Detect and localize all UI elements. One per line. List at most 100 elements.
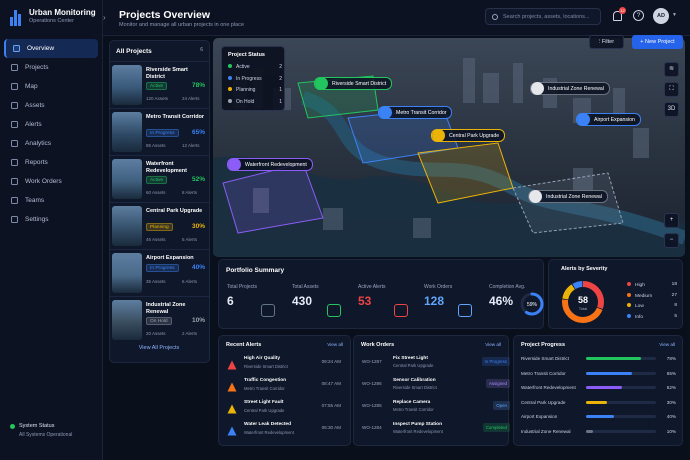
box-icon [11,102,18,109]
project-alerts: 8 Alerts [182,190,198,195]
sidebar-item-label: Reports [25,159,48,166]
map-tag-riverside[interactable]: Riverside Smart District [314,77,393,90]
alert-row[interactable]: Traffic Congestion Metro Transit Corridor… [227,377,347,397]
map-tag-industrial-1[interactable]: Industrial Zone Renewal [530,82,610,95]
progress-bar [586,429,656,433]
project-card[interactable]: Airport Expansion In Progress 40% 35 Assets… [110,249,209,296]
sidebar-item-label: Teams [25,197,45,204]
kpi-total-assets: Total Assets 430 [292,284,319,308]
alerts-by-severity: Alerts by Severity 58 Total High 18 Medium… [548,259,683,329]
work-order-id: WO-1287 [362,359,382,364]
alert-row[interactable]: Street Light Fault Central Park Upgrade 07… [227,399,347,419]
chevron-down-icon[interactable]: ▼ [672,12,677,18]
work-order-row[interactable]: WO-1284 Inspect Pump Station Waterfront Re… [362,421,510,441]
kpi-value: 6 [227,294,234,308]
progress-bar-fill [586,400,607,404]
waves-icon [228,158,241,171]
chevron-right-icon[interactable]: › [103,13,106,22]
alert-source: Metro Transit Corridor [244,386,285,391]
alert-row[interactable]: High Air Quality Riverside Smart District… [227,355,347,375]
severity-donut: 58 Total [562,281,604,323]
project-card[interactable]: Riverside Smart District Active 78% 120 Ass… [110,61,209,108]
status-legend-count: 1 [279,87,282,93]
avatar[interactable]: AD [653,8,669,24]
projects-count: 6 [200,47,203,53]
severity-row: Low 8 [627,303,677,309]
status-badge: Planning [146,223,173,231]
work-order-row[interactable]: WO-1287 Fix Street Light Central Park Upgr… [362,355,510,375]
severity-row: Medium 27 [627,292,677,299]
severity-label: High [635,283,645,288]
map-tag-label: Central Park Upgrade [449,132,500,139]
sidebar-item-reports[interactable]: Reports [4,153,98,172]
zoom-out-button[interactable]: − [664,233,679,248]
progress-bar-fill [586,429,593,433]
sidebar-item-assets[interactable]: Assets [4,96,98,115]
map-tag-waterfront[interactable]: Waterfront Redevelopment [227,158,313,171]
project-card[interactable]: Central Park Upgrade Planning 30% 45 Assets… [110,202,209,249]
work-order-id: WO-1284 [362,425,382,430]
view-all-projects-button[interactable]: View All Projects [129,342,189,354]
help-icon[interactable]: ? [633,10,644,21]
project-thumbnail [112,206,142,246]
fullscreen-icon: ⛶ [669,86,674,92]
map-tag-airport[interactable]: Airport Expansion [576,113,641,126]
sidebar-item-alerts[interactable]: Alerts [4,115,98,134]
sidebar-item-overview[interactable]: Overview [4,39,98,58]
sidebar-item-map[interactable]: Map [4,77,98,96]
alert-row[interactable]: Water Leak Detected Waterfront Redevelopm… [227,421,347,441]
map-tag-metro[interactable]: Metro Transit Corridor [378,106,453,119]
filter-button[interactable]: ⫶ Filter [589,35,624,49]
work-order-id: WO-1286 [362,381,382,386]
project-percent: 30% [191,223,205,230]
kpi-label: Total Assets [292,284,319,290]
alert-time: 09:24 AM [321,359,341,364]
zoom-in-button[interactable]: + [664,213,679,228]
alert-warning-icon [227,357,237,370]
project-percent: 40% [191,264,205,271]
recent-alerts-view-all[interactable]: View all [327,342,343,347]
sidebar-item-analytics[interactable]: Analytics [4,134,98,153]
severity-count: 27 [671,292,677,298]
view-3d-button[interactable]: 3D [664,102,679,117]
work-orders-title: Work Orders [361,342,395,348]
work-orders-view-all[interactable]: View all [485,342,501,347]
brand-title: Urban Monitoring [29,8,96,17]
severity-label: Info [635,314,644,320]
project-card[interactable]: Metro Transit Corridor In Progress 65% 85 A… [110,108,209,155]
project-card[interactable]: Industrial Zone Renewal On Hold 10% 20 Asse… [110,296,209,343]
completion-ring: 59% [520,292,544,316]
alert-source: Riverside Smart District [244,364,288,369]
work-order-row[interactable]: WO-1285 Replace Camera Metro Transit Corri… [362,399,510,419]
sidebar-item-projects[interactable]: Projects [4,58,98,77]
project-progress-view-all[interactable]: View all [659,342,675,347]
alert-source: Waterfront Redevelopment [244,430,294,435]
sidebar-item-work-orders[interactable]: Work Orders [4,172,98,191]
sidebar: Urban Monitoring Operations Center Overv… [0,0,103,460]
sidebar-item-label: Map [25,83,38,90]
sidebar-item-settings[interactable]: Settings [4,210,98,229]
progress-bar-fill [586,415,614,418]
fullscreen-button[interactable]: ⛶ [664,82,679,97]
status-badge: In Progress [146,129,179,137]
notification-badge: 12 [619,7,626,14]
portfolio-title: Portfolio Summary [226,267,285,274]
kpi-label: Active Alerts [358,284,386,290]
project-card[interactable]: Waterfront Redevelopment Active 52% 60 Asse… [110,155,209,202]
map-tag-industrial-2[interactable]: Industrial Zone Renewal [528,190,608,203]
page-subtitle: Monitor and manage all urban projects in… [119,22,245,28]
alert-time: 06:30 AM [321,425,341,430]
progress-percent: 52% [666,385,676,390]
project-progress-title: Project Progress [521,342,566,348]
project-progress-panel: Project Progress View all Riverside Smar… [513,335,683,446]
map-tag-central-park[interactable]: Central Park Upgrade [431,129,506,142]
progress-bar [586,371,656,375]
project-alerts: 2 Alerts [182,331,198,336]
search-input[interactable]: Search projects, assets, locations... [485,8,601,25]
layers-button[interactable]: ≋ [664,62,679,77]
map-tag-label: Industrial Zone Renewal [546,193,602,200]
sidebar-item-teams[interactable]: Teams [4,191,98,210]
work-order-row[interactable]: WO-1286 Sensor Calibration Riverside Smart… [362,377,510,397]
new-project-button[interactable]: + New Project [632,35,683,49]
work-order-project: Metro Transit Corridor [393,407,434,412]
